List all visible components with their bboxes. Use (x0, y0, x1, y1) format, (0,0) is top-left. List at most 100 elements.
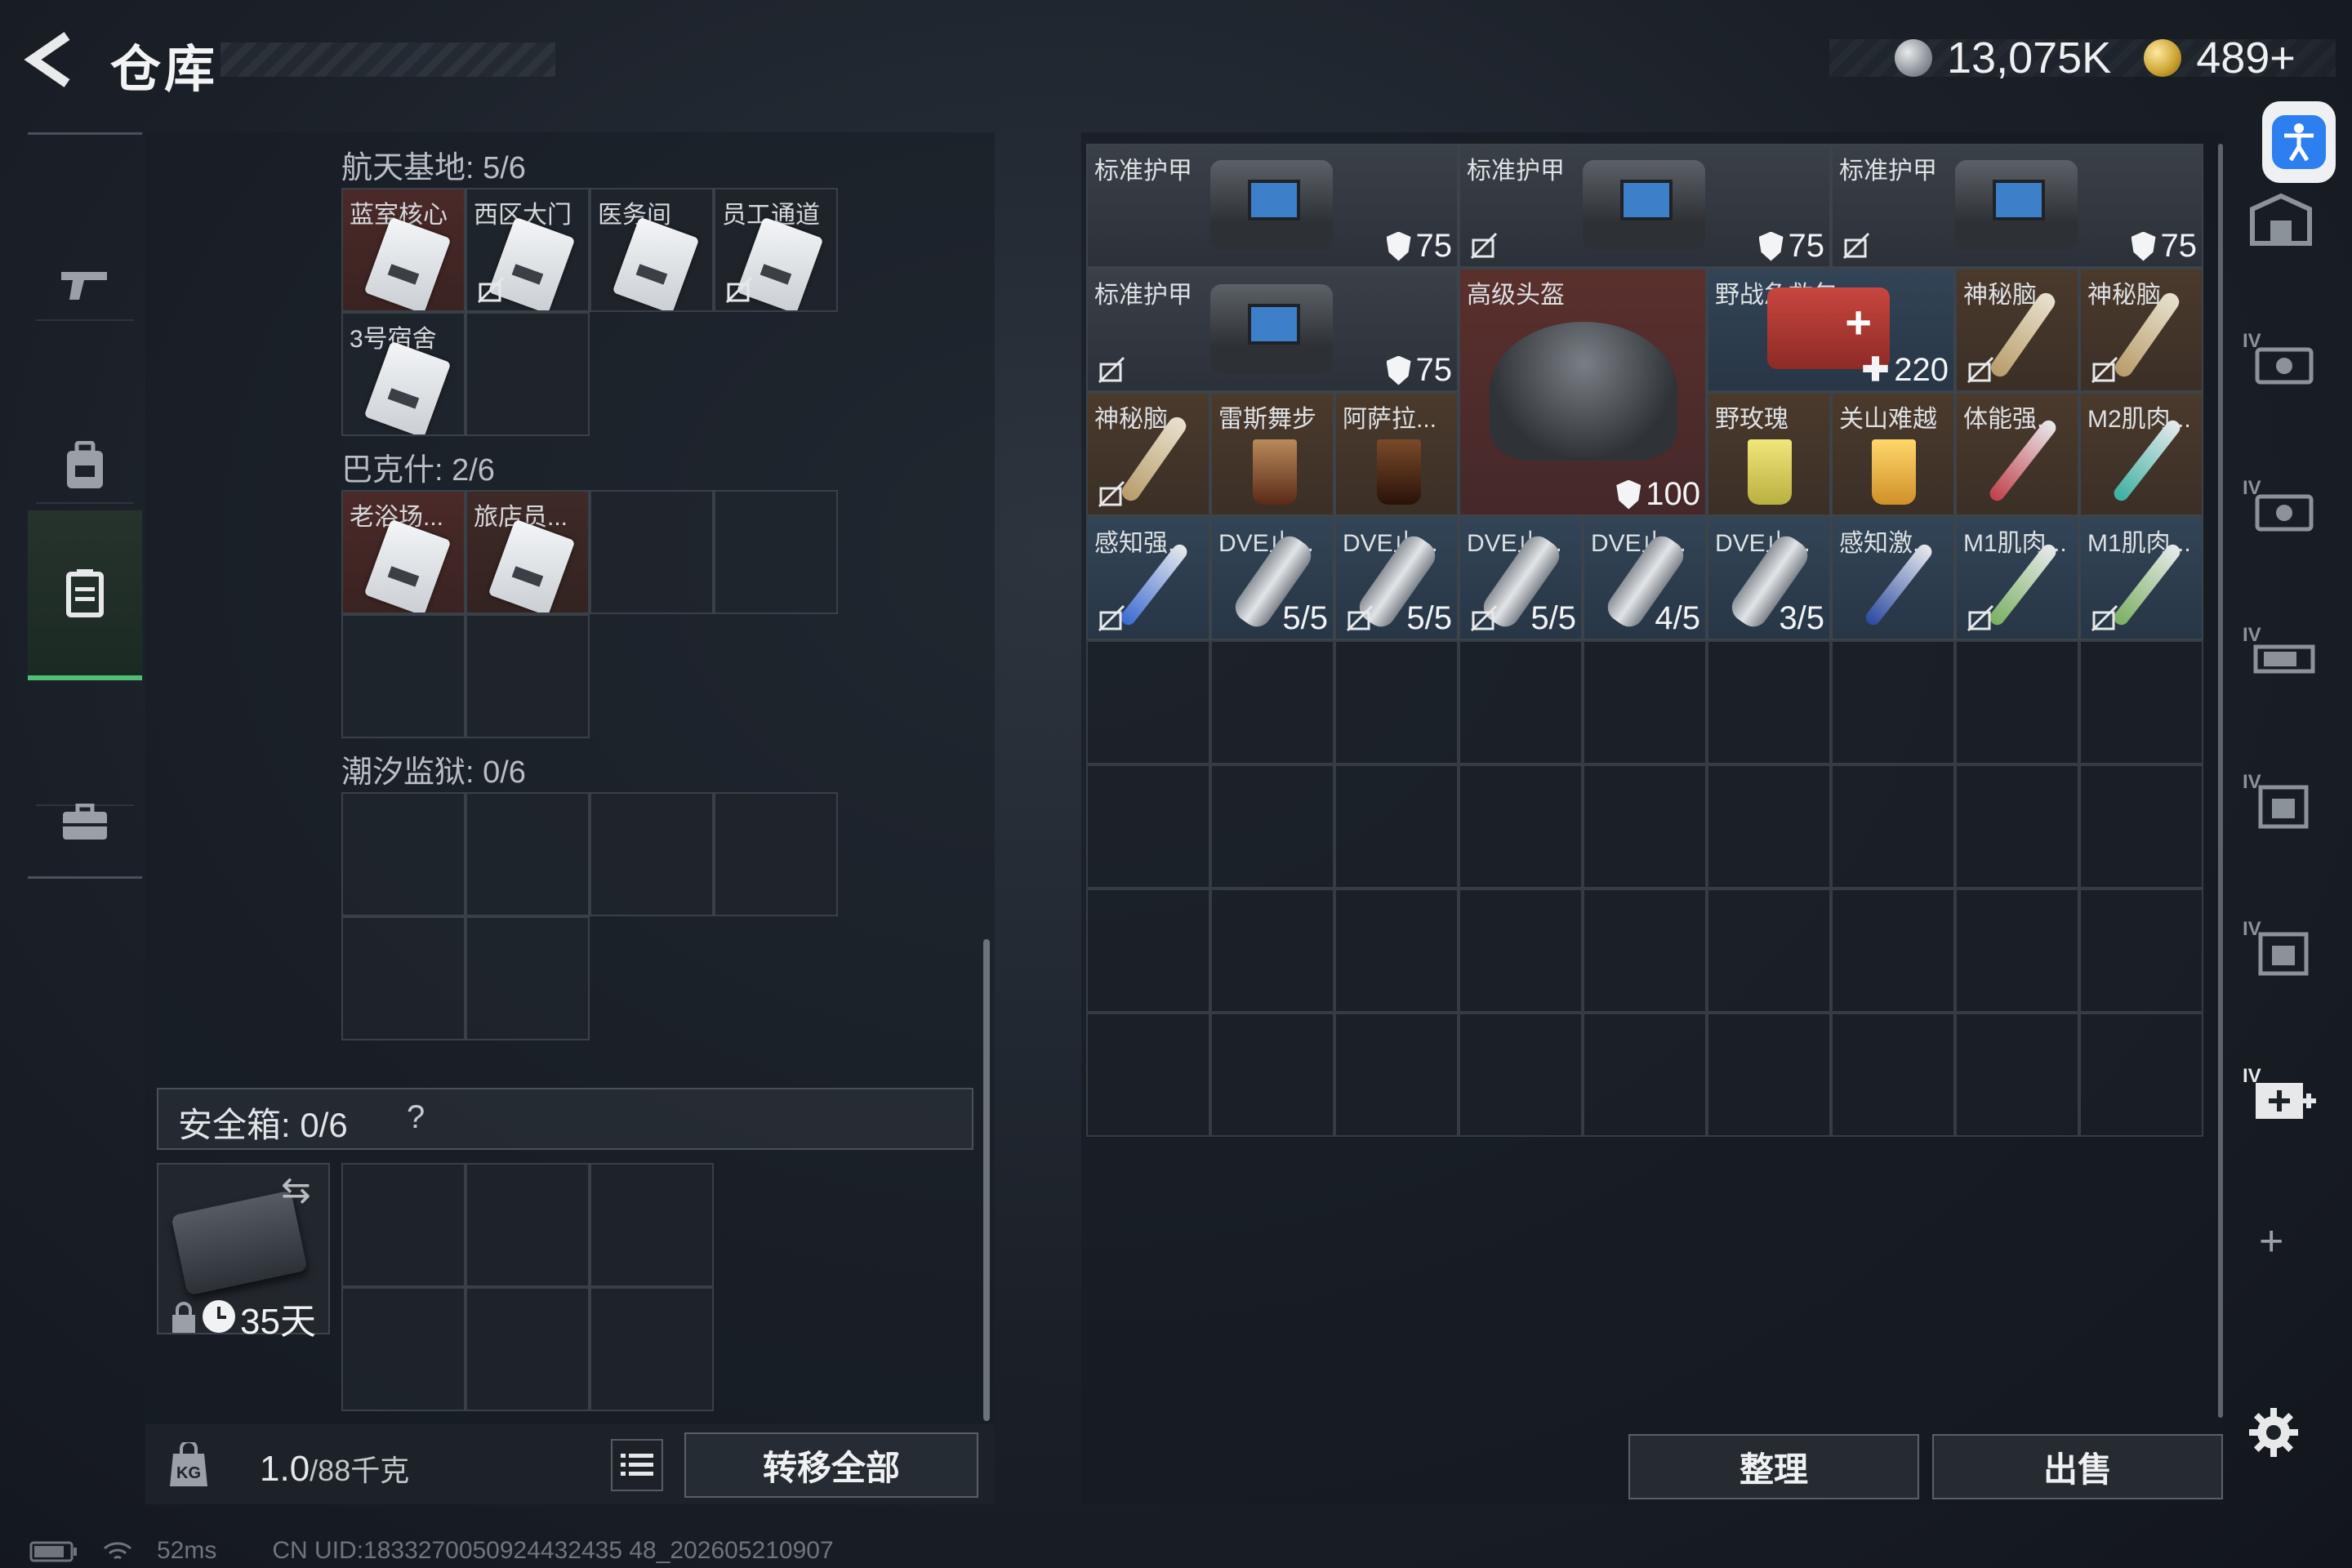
painkiller-item[interactable]: DVE止... 5/5 (1334, 516, 1459, 640)
painkiller-item[interactable]: DVE止... 5/5 (1210, 516, 1334, 640)
gold-amount[interactable]: 489+ (2196, 33, 2296, 83)
syringe-item[interactable]: 感知激... (1831, 516, 1955, 640)
warehouse-slot[interactable] (1583, 889, 1707, 1013)
warehouse-slot[interactable] (1086, 640, 1210, 764)
warehouse-slot[interactable] (1334, 640, 1459, 764)
drink-item[interactable]: 野玫瑰 (1707, 392, 1831, 516)
key-slot[interactable] (466, 792, 590, 916)
help-button[interactable]: ? (407, 1099, 425, 1136)
warehouse-slot[interactable] (1459, 640, 1583, 764)
warehouse-slot[interactable] (2079, 1013, 2203, 1137)
syringe-item[interactable]: M1肌肉... (1955, 516, 2079, 640)
safe-slot[interactable] (590, 1163, 714, 1287)
warehouse-slot[interactable] (1707, 889, 1831, 1013)
warehouse-slot[interactable] (1707, 1013, 1831, 1137)
storage-tab-2-icon[interactable] (2244, 480, 2318, 537)
key-slot[interactable]: 医务间 (590, 188, 714, 312)
left-scrollbar[interactable] (983, 939, 990, 1421)
warehouse-slot[interactable] (1583, 1013, 1707, 1137)
warehouse-slot[interactable] (1086, 764, 1210, 889)
warehouse-slot[interactable] (1086, 1013, 1210, 1137)
warehouse-slot[interactable] (1459, 1013, 1583, 1137)
key-slot[interactable]: 老浴场... (341, 490, 466, 614)
key-slot[interactable] (714, 792, 838, 916)
warehouse-slot[interactable] (1831, 764, 1955, 889)
warehouse-slot[interactable] (1210, 1013, 1334, 1137)
warehouse-slot[interactable] (1210, 764, 1334, 889)
painkiller-item[interactable]: DVE止... 4/5 (1583, 516, 1707, 640)
syringe-item[interactable]: 感知强... (1086, 516, 1210, 640)
warehouse-slot[interactable] (1334, 764, 1459, 889)
warehouse-slot[interactable] (1459, 764, 1583, 889)
list-view-button[interactable] (611, 1439, 663, 1491)
warehouse-slot[interactable] (1955, 889, 2079, 1013)
key-slot[interactable]: 旅店员... (466, 490, 590, 614)
storage-tab-1-icon[interactable] (2244, 333, 2318, 390)
painkiller-item[interactable]: DVE止... 5/5 (1459, 516, 1583, 640)
warehouse-slot[interactable] (2079, 764, 2203, 889)
warehouse-slot[interactable] (1831, 640, 1955, 764)
armor-item[interactable]: 标准护甲 75 (1831, 144, 2203, 268)
sidebar-item-briefcase[interactable] (28, 741, 142, 904)
settings-gear-icon[interactable] (2247, 1406, 2300, 1459)
transfer-all-button[interactable]: 转移全部 (684, 1432, 978, 1498)
warehouse-scrollbar[interactable] (2218, 144, 2223, 1418)
warehouse-slot[interactable] (1334, 1013, 1459, 1137)
warehouse-slot[interactable] (2079, 889, 2203, 1013)
syringe-item[interactable]: M1肌肉... (2079, 516, 2203, 640)
back-button[interactable] (23, 31, 88, 88)
warehouse-slot[interactable] (1583, 640, 1707, 764)
syringe-item[interactable]: 体能强... (1955, 392, 2079, 516)
key-slot[interactable]: 蓝室核心 (341, 188, 466, 312)
warehouse-slot[interactable] (1707, 640, 1831, 764)
sort-button[interactable]: 整理 (1628, 1434, 1919, 1499)
key-slot[interactable]: 西区大门 (466, 188, 590, 312)
key-slot[interactable] (466, 614, 590, 738)
storage-tab-main-icon[interactable] (2244, 191, 2318, 248)
helmet-item[interactable]: 高级头盔 100 (1459, 268, 1707, 516)
drink-item[interactable]: 关山难越 (1831, 392, 1955, 516)
storage-tab-4-icon[interactable] (2244, 774, 2318, 831)
armor-item[interactable]: 标准护甲 75 (1459, 144, 1831, 268)
swap-icon[interactable]: ⇆ (281, 1169, 311, 1211)
warehouse-slot[interactable] (1955, 640, 2079, 764)
key-slot[interactable] (590, 490, 714, 614)
warehouse-slot[interactable] (2079, 640, 2203, 764)
warehouse-slot[interactable] (1583, 764, 1707, 889)
key-slot[interactable]: 员工通道 (714, 188, 838, 312)
sidebar-item-weapons[interactable] (28, 202, 142, 365)
armor-item[interactable]: 标准护甲 75 (1086, 144, 1459, 268)
key-slot[interactable] (341, 792, 466, 916)
safe-slot[interactable] (466, 1163, 590, 1287)
brain-item[interactable]: 神秘脑... (1086, 392, 1210, 516)
add-storage-icon[interactable] (2244, 1068, 2318, 1125)
key-slot[interactable]: 3号宿舍 (341, 312, 466, 436)
brain-item[interactable]: 神秘脑... (2079, 268, 2203, 392)
syringe-item[interactable]: M2肌肉... (2079, 392, 2203, 516)
warehouse-slot[interactable] (1707, 764, 1831, 889)
safe-slot[interactable] (341, 1163, 466, 1287)
sell-button[interactable]: 出售 (1932, 1434, 2223, 1499)
add-button[interactable]: + (2259, 1217, 2283, 1266)
key-slot[interactable] (590, 792, 714, 916)
warehouse-slot[interactable] (1210, 640, 1334, 764)
drink-item[interactable]: 阿萨拉... (1334, 392, 1459, 516)
accessibility-button[interactable] (2262, 101, 2336, 183)
warehouse-slot[interactable] (1210, 889, 1334, 1013)
safe-slot[interactable] (466, 1287, 590, 1411)
safe-box-item[interactable]: ⇆ 35天 (157, 1163, 330, 1342)
drink-item[interactable]: 雷斯舞步 (1210, 392, 1334, 516)
warehouse-slot[interactable] (1831, 1013, 1955, 1137)
sidebar-item-storage[interactable] (28, 510, 142, 680)
safe-slot[interactable] (341, 1287, 466, 1411)
key-slot[interactable] (341, 916, 466, 1040)
warehouse-slot[interactable] (1334, 889, 1459, 1013)
storage-tab-5-icon[interactable] (2244, 921, 2318, 978)
armor-item[interactable]: 标准护甲 75 (1086, 268, 1459, 392)
warehouse-slot[interactable] (1086, 889, 1210, 1013)
painkiller-item[interactable]: DVE止... 3/5 (1707, 516, 1831, 640)
warehouse-slot[interactable] (1955, 1013, 2079, 1137)
safe-slot[interactable] (590, 1287, 714, 1411)
key-slot[interactable] (714, 490, 838, 614)
brain-item[interactable]: 神秘脑... (1955, 268, 2079, 392)
